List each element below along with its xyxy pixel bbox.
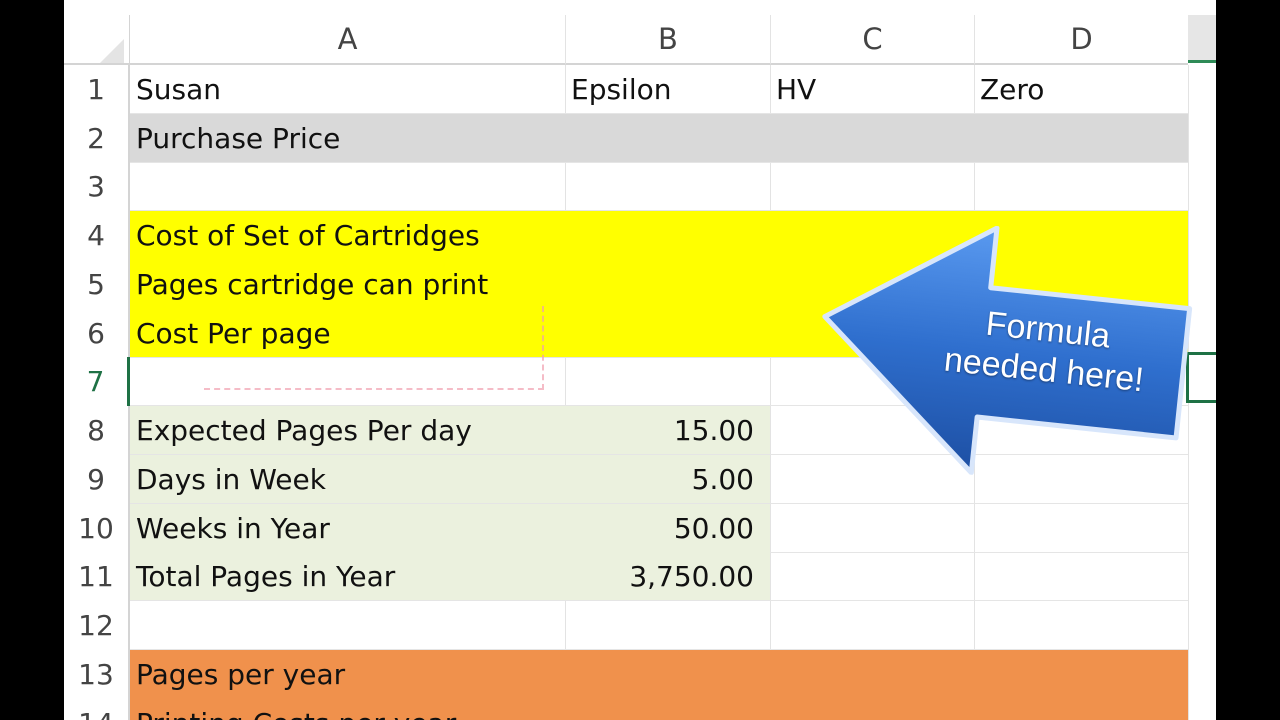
row-header-4[interactable]: 4 xyxy=(64,211,130,260)
cell-a4[interactable]: Cost of Set of Cartridges xyxy=(130,211,565,259)
column-header-e[interactable] xyxy=(1188,15,1216,63)
row-header-7[interactable]: 7 xyxy=(64,357,130,406)
row-10: Weeks in Year 50.00 xyxy=(130,504,1188,553)
row-3 xyxy=(130,162,1188,211)
cell-a3[interactable] xyxy=(130,162,565,210)
row-header-2[interactable]: 2 xyxy=(64,114,130,163)
row-header-6[interactable]: 6 xyxy=(64,309,130,358)
cell-a5[interactable]: Pages cartridge can print xyxy=(130,260,565,308)
row-13: Pages per year xyxy=(130,650,1188,699)
cell-a13[interactable]: Pages per year xyxy=(130,650,565,698)
cell-a11[interactable]: Total Pages in Year xyxy=(130,552,565,600)
cell-b8[interactable]: 15.00 xyxy=(565,406,770,454)
row-header-5[interactable]: 5 xyxy=(64,260,130,309)
cell-b11[interactable]: 3,750.00 xyxy=(565,552,770,600)
row-2: Purchase Price xyxy=(130,114,1188,163)
row-header-9[interactable]: 9 xyxy=(64,455,130,504)
column-header-b[interactable]: B xyxy=(565,15,770,65)
cell-a9[interactable]: Days in Week xyxy=(130,455,565,503)
cell-d1[interactable]: Zero xyxy=(974,65,1188,113)
column-header-d[interactable]: D xyxy=(974,15,1188,65)
select-all-corner[interactable] xyxy=(64,15,130,65)
spreadsheet-grid[interactable]: A B C D 1 2 3 4 5 6 7 8 9 10 11 12 13 14… xyxy=(64,0,1216,720)
row-header-1[interactable]: 1 xyxy=(64,65,130,114)
row-11: Total Pages in Year 3,750.00 xyxy=(130,552,1188,601)
cell-c1[interactable]: HV xyxy=(770,65,974,113)
column-header-c[interactable]: C xyxy=(770,15,974,65)
cell-b1[interactable]: Epsilon xyxy=(565,65,770,113)
cell-a8[interactable]: Expected Pages Per day xyxy=(130,406,565,454)
cell-a12[interactable] xyxy=(130,601,565,649)
row-header-11[interactable]: 11 xyxy=(64,552,130,601)
row-header-12[interactable]: 12 xyxy=(64,601,130,650)
row-header-13[interactable]: 13 xyxy=(64,650,130,699)
select-all-triangle-icon xyxy=(100,39,124,63)
cell-a14[interactable]: Printing Costs per year xyxy=(130,699,565,720)
cell-b9[interactable]: 5.00 xyxy=(565,455,770,503)
header-top-gap xyxy=(1188,0,1216,15)
row-header-8[interactable]: 8 xyxy=(64,406,130,455)
cell-b10[interactable]: 50.00 xyxy=(565,504,770,552)
cell-a2[interactable]: Purchase Price xyxy=(130,114,565,162)
row-header-3[interactable]: 3 xyxy=(64,162,130,211)
cell-a1[interactable]: Susan xyxy=(130,65,565,113)
highlight-box xyxy=(204,306,544,390)
row-header-14[interactable]: 14 xyxy=(64,699,130,720)
row-1: Susan Epsilon HV Zero xyxy=(130,65,1188,114)
cell-a10[interactable]: Weeks in Year xyxy=(130,504,565,552)
row-header-10[interactable]: 10 xyxy=(64,504,130,553)
row-12 xyxy=(130,601,1188,650)
row-14: Printing Costs per year xyxy=(130,699,1188,720)
column-header-a[interactable]: A xyxy=(130,15,565,65)
